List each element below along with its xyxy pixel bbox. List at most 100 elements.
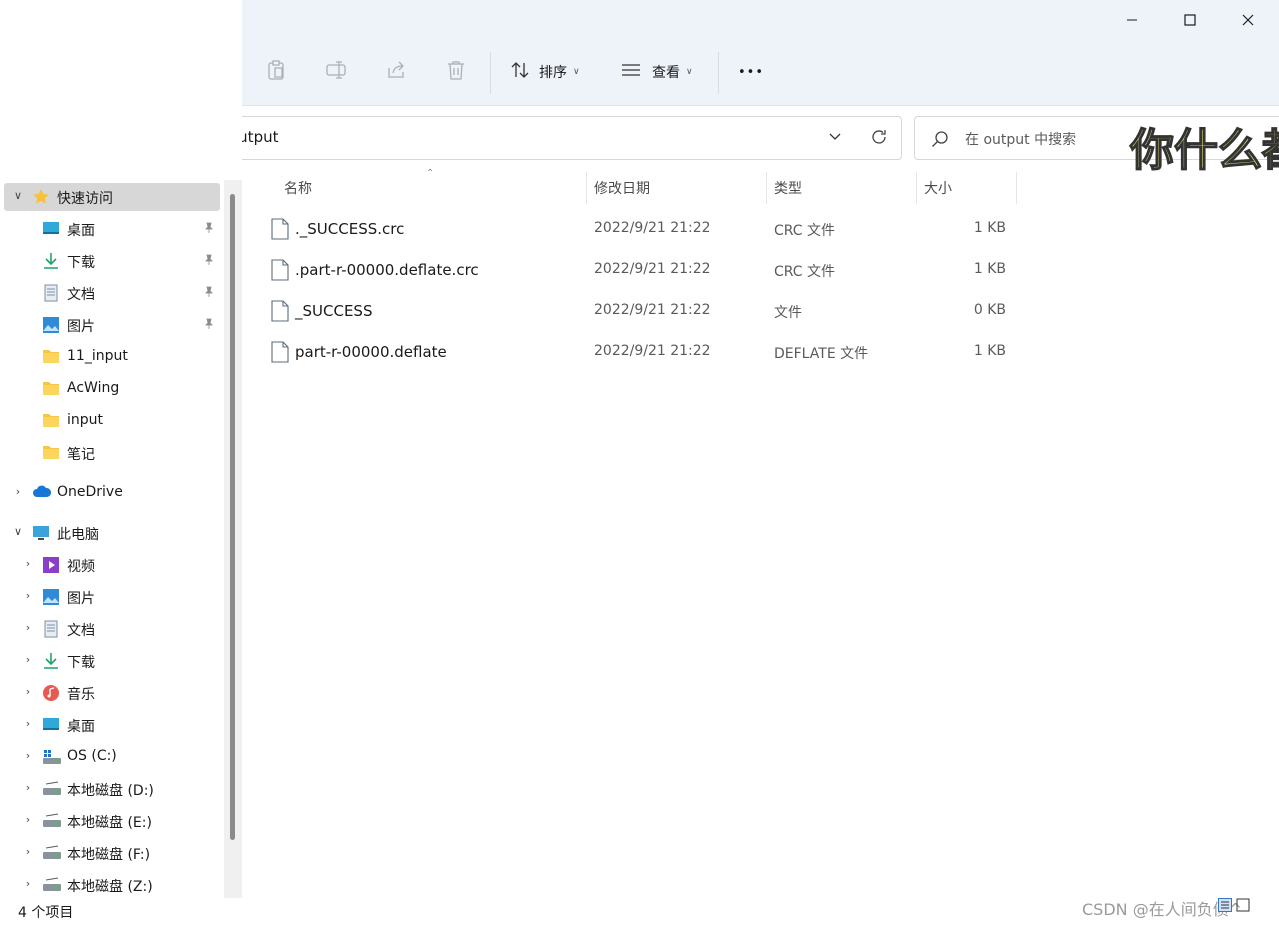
chevron-down-icon: [829, 133, 841, 140]
expand-chevron-icon[interactable]: ›: [22, 813, 34, 826]
nav-pc-item-1[interactable]: › 图片: [4, 583, 220, 611]
nav-item-7[interactable]: 笔记: [4, 439, 220, 467]
refresh-button[interactable]: [870, 128, 888, 150]
more-icon: •••: [738, 64, 765, 80]
more-options-button[interactable]: •••: [738, 54, 764, 90]
column-divider[interactable]: [1016, 172, 1017, 204]
drive-icon: [42, 812, 61, 830]
nav-label: 笔记: [67, 447, 95, 463]
scrollbar-thumb[interactable]: [230, 194, 235, 840]
file-row[interactable]: part-r-00000.deflate 2022/9/21 21:22 DEFLA…: [264, 335, 1016, 369]
nav-label: OS (C:): [67, 748, 117, 764]
expand-chevron-icon[interactable]: ›: [22, 557, 34, 570]
minimize-button[interactable]: [1103, 0, 1161, 40]
paste-button[interactable]: [266, 54, 286, 90]
close-button[interactable]: [1219, 0, 1277, 40]
expand-chevron-icon[interactable]: ›: [22, 877, 34, 890]
nav-pc-item-7[interactable]: › 本地磁盘 (D:): [4, 775, 220, 803]
maximize-button[interactable]: [1161, 0, 1219, 40]
file-name: ._SUCCESS.crc: [295, 220, 405, 238]
file-row[interactable]: ._SUCCESS.crc 2022/9/21 21:22 CRC 文件 1 KB: [264, 212, 1016, 246]
expand-chevron-icon[interactable]: ›: [22, 845, 34, 858]
drive-icon: [42, 844, 61, 862]
chevron-down-icon: ∨: [686, 67, 693, 77]
expand-chevron-icon[interactable]: ›: [12, 485, 24, 498]
file-modified: 2022/9/21 21:22: [594, 261, 711, 277]
list-view-icon: [621, 60, 641, 84]
nav-label: input: [67, 412, 104, 428]
expand-chevron-icon[interactable]: ›: [22, 589, 34, 602]
document-icon: [42, 620, 60, 638]
pin-icon: [203, 318, 215, 333]
column-header-type[interactable]: 类型: [774, 172, 802, 204]
pin-icon: [203, 222, 215, 237]
expand-chevron-icon[interactable]: ›: [22, 781, 34, 794]
nav-label: 桌面: [67, 223, 95, 239]
navigation-scrollbar[interactable]: [224, 180, 242, 898]
nav-item-4[interactable]: 11_input: [4, 343, 220, 371]
folder-icon: [42, 380, 60, 398]
expand-chevron-icon[interactable]: ›: [22, 653, 34, 666]
search-icon: [931, 130, 949, 152]
folder-icon: [42, 348, 60, 366]
os-drive-icon: [42, 748, 61, 766]
expand-chevron-icon[interactable]: ›: [22, 685, 34, 698]
nav-quick-access[interactable]: ∨ 快速访问: [4, 183, 220, 211]
address-history-dropdown[interactable]: [828, 129, 842, 147]
column-divider[interactable]: [916, 172, 917, 204]
details-view-icon[interactable]: [1218, 898, 1232, 916]
file-size: 0 KB: [973, 302, 1006, 318]
nav-label: 快速访问: [57, 191, 113, 207]
file-row[interactable]: _SUCCESS 2022/9/21 21:22 文件 0 KB: [264, 294, 1016, 328]
file-size: 1 KB: [973, 343, 1006, 359]
nav-label: 本地磁盘 (E:): [67, 815, 152, 831]
nav-item-1[interactable]: 下载: [4, 247, 220, 275]
nav-label: AcWing: [67, 380, 120, 396]
column-header-size[interactable]: 大小: [924, 172, 952, 204]
expand-chevron-icon[interactable]: ›: [22, 717, 34, 730]
expand-chevron-icon[interactable]: ›: [22, 749, 34, 762]
download-icon: [42, 252, 60, 270]
column-header-name[interactable]: 名称: [284, 172, 312, 204]
view-button[interactable]: 查看 ∨: [621, 54, 693, 90]
file-name: _SUCCESS: [295, 302, 373, 320]
nav-pc-item-3[interactable]: › 下载: [4, 647, 220, 675]
nav-onedrive[interactable]: › OneDrive: [4, 479, 220, 507]
nav-this-pc[interactable]: ∨ 此电脑: [4, 519, 220, 547]
column-divider[interactable]: [586, 172, 587, 204]
nav-pc-item-10[interactable]: › 本地磁盘 (Z:): [4, 871, 220, 899]
delete-button[interactable]: [446, 54, 466, 90]
nav-item-3[interactable]: 图片: [4, 311, 220, 339]
nav-label: 11_input: [67, 348, 128, 364]
sort-button[interactable]: 排序 ∨: [510, 54, 580, 90]
share-button[interactable]: [386, 54, 406, 90]
file-row[interactable]: .part-r-00000.deflate.crc 2022/9/21 21:22…: [264, 253, 1016, 287]
desktop-icon: [42, 716, 60, 734]
tiles-view-icon[interactable]: [1236, 898, 1250, 916]
nav-item-0[interactable]: 桌面: [4, 215, 220, 243]
rename-button[interactable]: [326, 54, 348, 90]
nav-pc-item-5[interactable]: › 桌面: [4, 711, 220, 739]
nav-label: 此电脑: [57, 527, 99, 543]
nav-pc-item-8[interactable]: › 本地磁盘 (E:): [4, 807, 220, 835]
column-divider[interactable]: [766, 172, 767, 204]
nav-pc-item-6[interactable]: › OS (C:): [4, 743, 220, 771]
trash-icon: [446, 60, 466, 84]
toolbar-divider: [490, 52, 491, 94]
nav-pc-item-2[interactable]: › 文档: [4, 615, 220, 643]
nav-label: 音乐: [67, 687, 95, 703]
nav-pc-item-9[interactable]: › 本地磁盘 (F:): [4, 839, 220, 867]
address-bar[interactable]: › output: [173, 116, 902, 160]
nav-label: 文档: [67, 623, 95, 639]
rename-icon: [326, 60, 348, 84]
column-header-modified[interactable]: 修改日期: [594, 172, 650, 204]
expand-chevron-icon[interactable]: ›: [22, 621, 34, 634]
expand-chevron-icon[interactable]: ∨: [12, 189, 24, 202]
nav-item-2[interactable]: 文档: [4, 279, 220, 307]
expand-chevron-icon[interactable]: ∨: [12, 525, 24, 538]
nav-item-6[interactable]: input: [4, 407, 220, 435]
pictures-icon: [42, 588, 60, 606]
nav-item-5[interactable]: AcWing: [4, 375, 220, 403]
nav-pc-item-4[interactable]: › 音乐: [4, 679, 220, 707]
nav-pc-item-0[interactable]: › 视频: [4, 551, 220, 579]
